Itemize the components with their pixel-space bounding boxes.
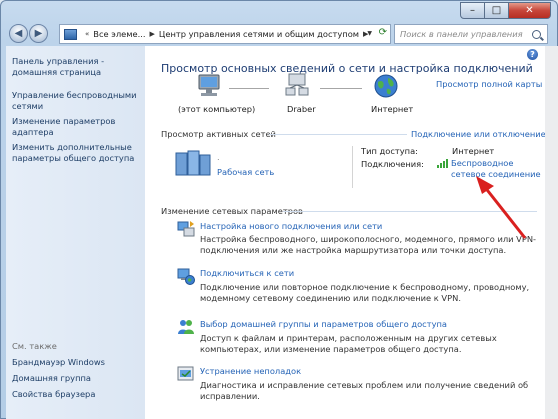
full-map-link[interactable]: Просмотр полной карты: [436, 79, 542, 89]
task-desc-homegroup: Доступ к файлам и принтерам, расположенн…: [200, 333, 497, 354]
firewall-link[interactable]: Брандмауэр Windows: [12, 357, 142, 368]
map-network-label: Draber: [287, 104, 316, 114]
vertical-divider: [352, 146, 353, 188]
network-icon: [285, 73, 309, 96]
control-panel-icon: [64, 28, 77, 40]
computer-icon: [198, 74, 220, 96]
map-connector-line: [229, 88, 269, 89]
manage-wireless-link[interactable]: Управление беспроводными сетями: [12, 90, 142, 112]
caption-buttons: – □ ✕: [460, 2, 551, 19]
globe-icon: [374, 74, 398, 98]
adapter-settings-link[interactable]: Изменение параметров адаптера: [12, 116, 142, 138]
connections-label: Подключения:: [361, 159, 424, 169]
sharing-settings-link[interactable]: Изменить дополнительные параметры общего…: [12, 142, 142, 164]
chevron-icon: «: [85, 30, 90, 38]
maximize-button[interactable]: □: [485, 2, 509, 19]
connect-disconnect-link[interactable]: Подключение или отключение: [411, 129, 546, 139]
close-icon: ✕: [525, 5, 534, 16]
connect-network-icon: [177, 268, 195, 285]
task-title-troubleshoot[interactable]: Устранение неполадок: [200, 366, 301, 376]
section-divider: [269, 134, 407, 135]
control-panel-home-link[interactable]: Панель управления - домашняя страница: [12, 56, 142, 78]
network-type-link[interactable]: Рабочая сеть: [217, 167, 274, 177]
back-arrow-icon: ◀: [14, 28, 23, 39]
close-button[interactable]: ✕: [509, 2, 551, 19]
help-icon[interactable]: ?: [527, 49, 538, 60]
forward-button[interactable]: ▶: [29, 24, 48, 43]
search-placeholder: Поиск в панели управления: [400, 29, 523, 39]
wifi-signal-icon: [437, 159, 448, 168]
task-title-homegroup[interactable]: Выбор домашней группы и параметров общег…: [200, 319, 447, 329]
map-connector-line: [320, 88, 362, 89]
active-networks-heading: Просмотр активных сетей: [161, 129, 276, 139]
maximize-icon: □: [491, 5, 502, 16]
task-title-setup[interactable]: Настройка нового подключения или сети: [200, 221, 382, 231]
homegroup-link[interactable]: Домашняя группа: [12, 373, 142, 384]
breadcrumb-all-items[interactable]: Все элеме...: [93, 29, 145, 39]
address-dropdown-icon[interactable]: ▼: [367, 30, 372, 37]
access-type-value: Интернет: [452, 146, 495, 156]
map-computer-label: (этот компьютер): [178, 104, 256, 114]
minimize-button[interactable]: –: [460, 2, 485, 19]
search-box[interactable]: Поиск в панели управления: [394, 24, 548, 44]
left-pane: Панель управления - домашняя страница Уп…: [6, 46, 145, 419]
search-icon[interactable]: [532, 29, 541, 39]
chevron-right-icon[interactable]: ▶: [150, 30, 155, 38]
troubleshoot-icon: [177, 366, 194, 381]
breadcrumb-network-center[interactable]: Центр управления сетями и общим доступом: [159, 29, 359, 39]
network-setup-icon: [177, 221, 195, 237]
scrollbar[interactable]: [545, 46, 558, 419]
browser-properties-link[interactable]: Свойства браузера: [12, 389, 142, 400]
navigation-bar: ◀ ▶ « Все элеме... ▶ Центр управления се…: [9, 23, 549, 45]
task-title-connect[interactable]: Подключиться к сети: [200, 268, 294, 278]
forward-arrow-icon: ▶: [34, 28, 43, 39]
back-button[interactable]: ◀: [9, 24, 28, 43]
map-internet-label: Интернет: [371, 104, 414, 114]
annotation-arrow-icon: [476, 176, 527, 239]
homegroup-icon: [178, 320, 194, 334]
change-settings-heading: Изменение сетевых параметров: [161, 206, 303, 216]
task-desc-troubleshoot: Диагностика и исправление сетевых пробле…: [200, 380, 529, 401]
refresh-icon[interactable]: ⟳: [379, 27, 387, 38]
network-name: .: [217, 152, 220, 162]
work-network-icon: [175, 150, 211, 176]
address-bar[interactable]: « Все элеме... ▶ Центр управления сетями…: [59, 24, 391, 44]
task-desc-connect: Подключение или повторное подключение к …: [200, 282, 530, 303]
minimize-icon: –: [470, 5, 475, 16]
access-type-label: Тип доступа:: [361, 146, 418, 156]
see-also-heading: См. также: [12, 341, 57, 351]
